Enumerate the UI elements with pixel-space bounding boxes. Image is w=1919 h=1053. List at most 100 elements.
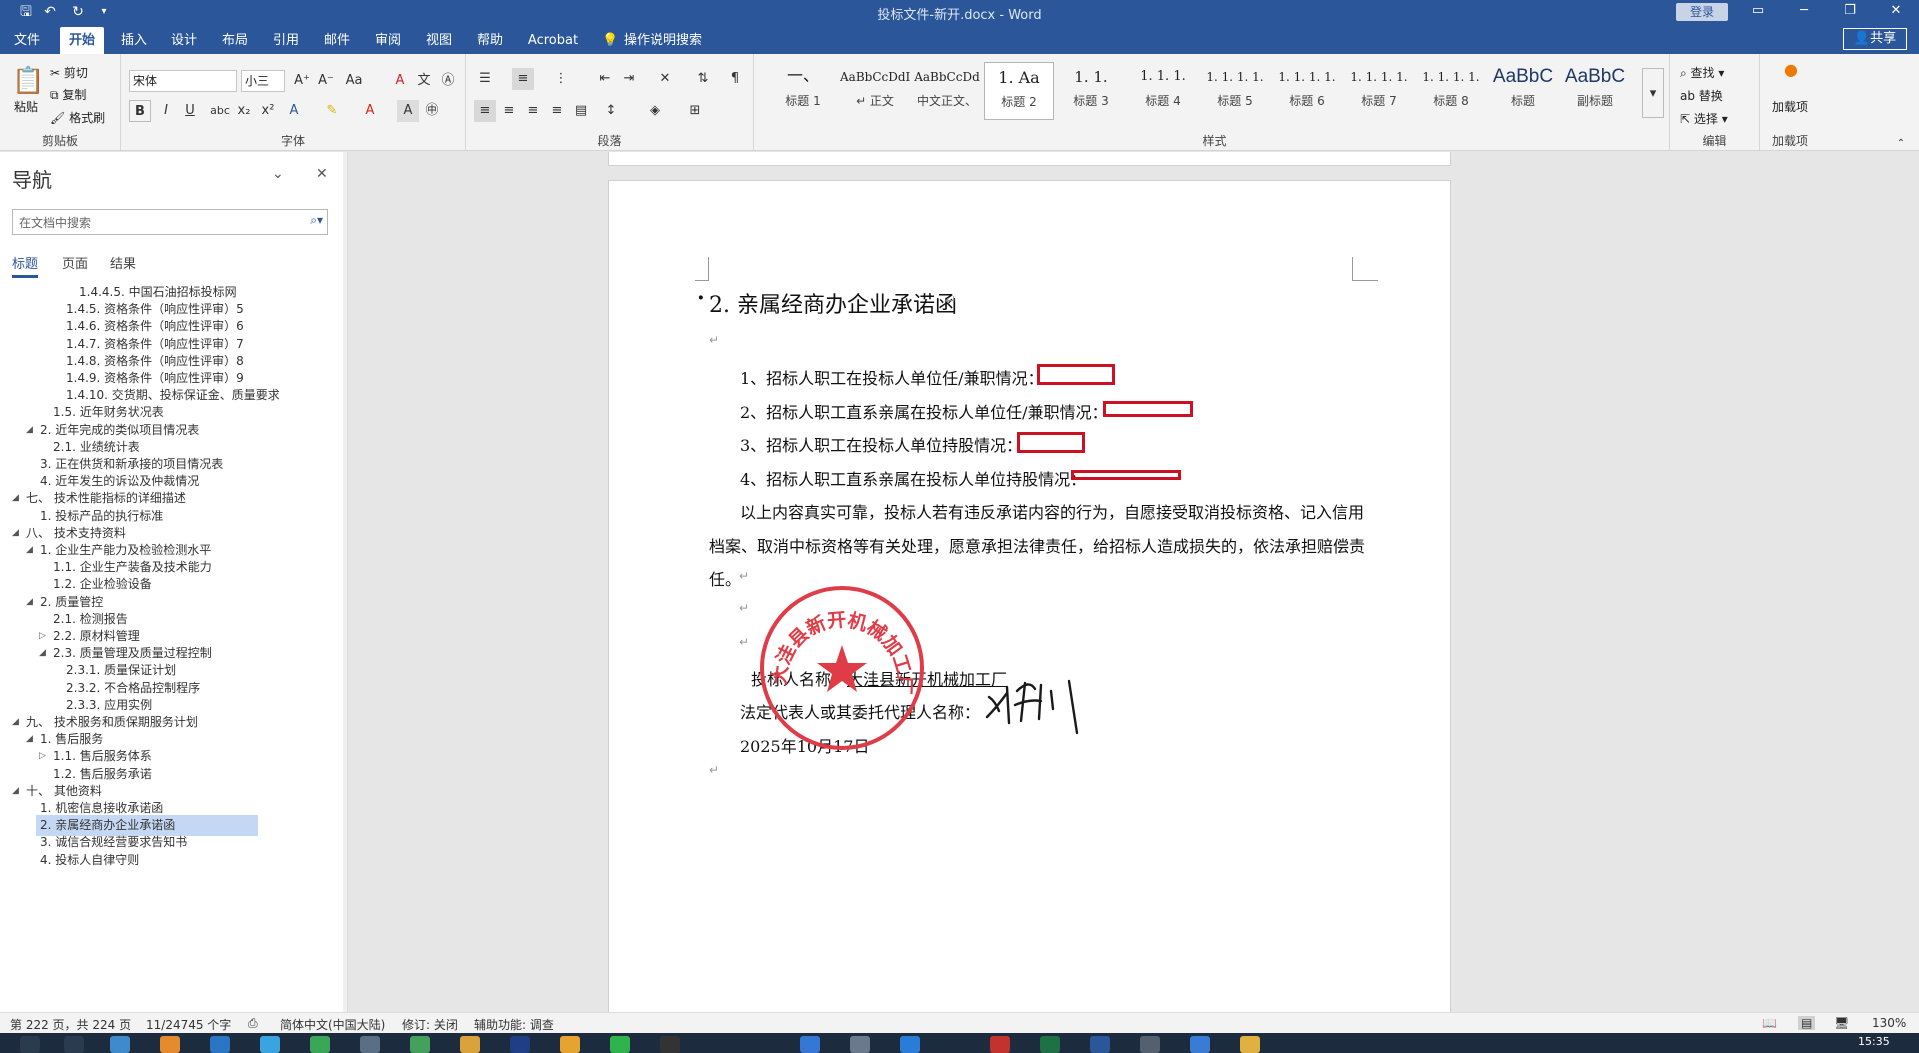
distributed-icon[interactable]: ▤	[570, 100, 592, 122]
cut-button[interactable]: ✂ 剪切	[50, 64, 88, 81]
chinese-layout-icon[interactable]: ✕	[654, 68, 676, 90]
copy-button[interactable]: ⧉ 复制	[50, 86, 86, 103]
accessibility-status[interactable]: 辅助功能: 调查	[474, 1016, 554, 1033]
tab-review[interactable]: 审阅	[368, 27, 408, 54]
style-3[interactable]: AaBbCcDd 中文正文、	[912, 62, 982, 120]
style-10[interactable]: 1. 1. 1. 1. 标题 8	[1416, 62, 1486, 120]
tab-layout[interactable]: 布局	[215, 27, 255, 54]
taskbar-app-icon[interactable]	[900, 1036, 920, 1053]
character-border-icon[interactable]: Ⓐ	[437, 70, 459, 92]
line-spacing-icon[interactable]: ↕	[600, 100, 622, 122]
highlight-icon[interactable]: ✎	[321, 100, 343, 122]
collapse-icon[interactable]: ◢	[12, 786, 19, 796]
italic-icon[interactable]: I	[155, 100, 177, 122]
decrease-indent-icon[interactable]: ⇤	[594, 68, 616, 90]
paste-icon[interactable]: 📋	[12, 66, 44, 96]
taskbar-app-icon[interactable]	[310, 1036, 330, 1053]
align-left-icon[interactable]: ≡	[474, 100, 496, 122]
current-page[interactable]: · 2. 亲属经商办企业承诺函 ↵ ↵ 1、招标人职工在投标人单位任/兼职情况：…	[608, 180, 1451, 1012]
doc-paragraph-line-2[interactable]: 档案、取消中标资格等有关处理，愿意承担法律责任，给招标人造成损失的，依法承担赔偿…	[709, 533, 1365, 557]
format-painter-button[interactable]: 🖌 格式刷	[50, 109, 105, 126]
print-layout-icon[interactable]: ▤	[1798, 1016, 1816, 1030]
language-status[interactable]: 简体中文(中国大陆)	[280, 1016, 385, 1033]
font-name-combo[interactable]: 宋体	[129, 70, 237, 92]
select-button[interactable]: ⇱ 选择 ▾	[1680, 110, 1728, 127]
subscript-icon[interactable]: x₂	[233, 100, 255, 122]
tab-view[interactable]: 视图	[419, 27, 459, 54]
superscript-icon[interactable]: x²	[257, 100, 279, 122]
phonetic-guide-icon[interactable]: 文	[413, 70, 435, 92]
nav-tab-results[interactable]: 结果	[110, 253, 136, 272]
align-right-icon[interactable]: ≡	[522, 100, 544, 122]
style-6[interactable]: 1. 1. 1. 标题 4	[1128, 62, 1198, 120]
bullets-icon[interactable]: ☰	[474, 68, 496, 90]
search-icon[interactable]: ⌕▾	[310, 213, 323, 228]
nav-tab-headings[interactable]: 标题	[12, 253, 38, 272]
shading-icon[interactable]: ◈	[644, 100, 666, 122]
tab-home[interactable]: 开始	[60, 27, 104, 54]
sort-icon[interactable]: ⇅	[692, 68, 714, 90]
style-2[interactable]: AaBbCcDdI ↵ 正文	[840, 62, 910, 120]
doc-paragraph-line-1[interactable]: 以上内容真实可靠，投标人若有违反承诺内容的行为，自愿接受取消投标资格、记入信用	[740, 499, 1364, 523]
taskbar-app-icon[interactable]	[1090, 1036, 1110, 1053]
text-effects-icon[interactable]: A	[283, 100, 305, 122]
tab-mailings[interactable]: 邮件	[317, 27, 357, 54]
addins-button[interactable]: 加载项	[1770, 98, 1810, 115]
section-heading[interactable]: 2. 亲属经商办企业承诺函	[709, 287, 957, 319]
collapse-icon[interactable]: ◢	[26, 734, 33, 744]
close-button[interactable]: ✕	[1873, 0, 1919, 24]
taskbar-app-icon[interactable]	[360, 1036, 380, 1053]
ribbon-display-icon[interactable]: ▭	[1735, 0, 1781, 24]
taskbar-app-icon[interactable]	[990, 1036, 1010, 1053]
tab-help[interactable]: 帮助	[470, 27, 510, 54]
collapse-icon[interactable]: ◢	[12, 493, 19, 503]
collapse-icon[interactable]: ◢	[12, 528, 19, 538]
collapse-icon[interactable]: ◢	[39, 648, 46, 658]
taskbar-app-icon[interactable]	[660, 1036, 680, 1053]
strikethrough-icon[interactable]: abc	[209, 100, 231, 122]
show-marks-icon[interactable]: ¶	[724, 68, 746, 90]
style-9[interactable]: 1. 1. 1. 1. 标题 7	[1344, 62, 1414, 120]
minimize-button[interactable]: ─	[1781, 0, 1827, 24]
taskbar-app-icon[interactable]	[210, 1036, 230, 1053]
track-changes-status[interactable]: 修订: 关闭	[402, 1016, 458, 1033]
taskbar-app-icon[interactable]	[610, 1036, 630, 1053]
tab-acrobat[interactable]: Acrobat	[524, 27, 582, 54]
search-icon[interactable]	[64, 1036, 84, 1053]
clear-format-icon[interactable]: A	[389, 70, 411, 92]
collapse-icon[interactable]: ◢	[26, 545, 33, 555]
chevron-down-icon[interactable]: ⌄	[272, 166, 284, 182]
borders-icon[interactable]: ⊞	[684, 100, 706, 122]
bold-icon[interactable]: B	[129, 100, 151, 122]
start-icon[interactable]	[20, 1036, 40, 1053]
nav-outline-item[interactable]: 4. 投标人自律守则	[40, 850, 139, 871]
taskbar-app-icon[interactable]	[260, 1036, 280, 1053]
addins-icon[interactable]: ●	[1784, 60, 1798, 79]
tab-design[interactable]: 设计	[164, 27, 204, 54]
taskbar-app-icon[interactable]	[560, 1036, 580, 1053]
tab-file[interactable]: 文件	[8, 27, 46, 54]
web-layout-icon[interactable]: 🖥	[1834, 1016, 1849, 1030]
character-shading-icon[interactable]: A	[397, 100, 419, 122]
doc-item-2[interactable]: 2、招标人职工直系亲属在投标人单位任/兼职情况：	[740, 399, 1108, 423]
taskbar-app-icon[interactable]	[850, 1036, 870, 1053]
nav-search-input[interactable]: 在文档中搜索 ⌕▾	[12, 209, 328, 235]
doc-item-4[interactable]: 4、招标人职工直系亲属在投标人单位持股情况：	[740, 466, 1086, 490]
justify-icon[interactable]: ≡	[546, 100, 568, 122]
taskbar-app-icon[interactable]	[1040, 1036, 1060, 1053]
paste-button[interactable]: 粘贴	[14, 98, 38, 115]
expand-icon[interactable]: ▷	[39, 631, 46, 641]
clock[interactable]: 15:35	[1858, 1035, 1890, 1048]
grow-font-icon[interactable]: A⁺	[291, 70, 313, 92]
taskbar-app-icon[interactable]	[460, 1036, 480, 1053]
shrink-font-icon[interactable]: A⁻	[315, 70, 337, 92]
collapse-ribbon-icon[interactable]: ⌃	[1890, 138, 1912, 150]
tab-references[interactable]: 引用	[266, 27, 306, 54]
read-mode-icon[interactable]: 📖	[1762, 1016, 1777, 1030]
taskbar-app-icon[interactable]	[800, 1036, 820, 1053]
tell-me-search[interactable]: 操作说明搜索	[624, 27, 714, 54]
style-4[interactable]: 1. Aa 标题 2	[984, 62, 1054, 120]
share-button[interactable]: 👤共享	[1843, 28, 1907, 50]
collapse-icon[interactable]: ◢	[26, 425, 33, 435]
taskbar-app-icon[interactable]	[1190, 1036, 1210, 1053]
